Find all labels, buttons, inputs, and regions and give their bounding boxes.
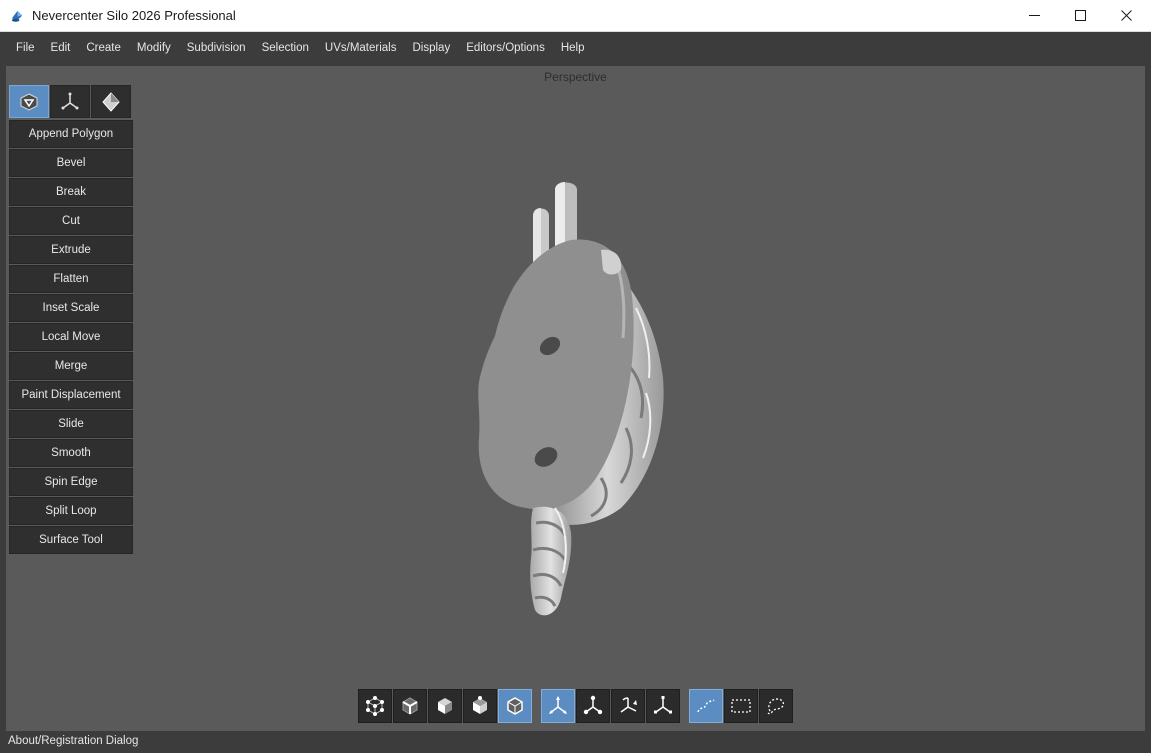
object-select-icon: [507, 697, 523, 715]
status-text[interactable]: About/Registration Dialog: [8, 735, 138, 747]
title-bar: Nevercenter Silo 2026 Professional: [0, 0, 1151, 32]
transform-tools-icon: [61, 92, 79, 109]
cut-button[interactable]: Cut: [9, 207, 133, 235]
selection-shape-group: [689, 689, 793, 723]
menu-bar: File Edit Create Modify Subdivision Sele…: [0, 32, 1151, 65]
sculpt-tools-tab[interactable]: [91, 85, 131, 118]
append-polygon-button[interactable]: Append Polygon: [9, 120, 133, 148]
status-bar: About/Registration Dialog: [0, 731, 1151, 753]
spin-edge-button[interactable]: Spin Edge: [9, 468, 133, 496]
menu-selection[interactable]: Selection: [254, 32, 317, 65]
extrude-button[interactable]: Extrude: [9, 236, 133, 264]
perspective-viewport[interactable]: Perspective: [6, 66, 1145, 731]
rotate-manipulator-button[interactable]: [611, 689, 645, 723]
minimize-icon: [1028, 15, 1040, 16]
local-move-button[interactable]: Local Move: [9, 323, 133, 351]
inset-scale-button[interactable]: Inset Scale: [9, 294, 133, 322]
multi-select-icon: [473, 696, 487, 714]
vertex-select-icon: [366, 696, 384, 716]
scale-manipulator-icon: [654, 696, 672, 714]
bevel-button[interactable]: Bevel: [9, 149, 133, 177]
menu-modify[interactable]: Modify: [129, 32, 179, 65]
window-title: Nevercenter Silo 2026 Professional: [32, 8, 236, 23]
lasso-select-icon: [767, 698, 784, 715]
object-select-button[interactable]: [498, 689, 532, 723]
menu-editors-options[interactable]: Editors/Options: [458, 32, 553, 65]
menu-uvs-materials[interactable]: UVs/Materials: [317, 32, 405, 65]
edge-select-icon: [402, 697, 418, 715]
rotate-manipulator-icon: [620, 697, 637, 713]
transform-tools-tab[interactable]: [50, 85, 90, 118]
vertex-select-button[interactable]: [358, 689, 392, 723]
menu-file[interactable]: File: [0, 32, 43, 65]
universal-manipulator-button[interactable]: [576, 689, 610, 723]
rectangle-select-button[interactable]: [724, 689, 758, 723]
break-button[interactable]: Break: [9, 178, 133, 206]
menu-edit[interactable]: Edit: [43, 32, 79, 65]
split-loop-button[interactable]: Split Loop: [9, 497, 133, 525]
minimize-button[interactable]: [1011, 0, 1057, 31]
merge-button[interactable]: Merge: [9, 352, 133, 380]
paint-select-icon: [697, 699, 715, 713]
rectangle-select-icon: [731, 699, 751, 713]
move-manipulator-button[interactable]: [541, 689, 575, 723]
move-manipulator-icon: [549, 696, 567, 714]
3d-model[interactable]: [461, 178, 671, 618]
surface-tool-button[interactable]: Surface Tool: [9, 526, 133, 554]
manipulator-group: [541, 689, 680, 723]
flatten-button[interactable]: Flatten: [9, 265, 133, 293]
polygon-tools-tab[interactable]: [9, 85, 49, 118]
smooth-button[interactable]: Smooth: [9, 439, 133, 467]
menu-subdivision[interactable]: Subdivision: [179, 32, 254, 65]
polygon-tools-icon: [20, 92, 38, 111]
menu-display[interactable]: Display: [404, 32, 458, 65]
multi-select-button[interactable]: [463, 689, 497, 723]
face-select-icon: [438, 698, 452, 714]
lasso-select-button[interactable]: [759, 689, 793, 723]
selection-mode-group: [358, 689, 532, 723]
viewport-label[interactable]: Perspective: [6, 70, 1145, 84]
scale-manipulator-button[interactable]: [646, 689, 680, 723]
menu-help[interactable]: Help: [553, 32, 593, 65]
close-icon: [1120, 10, 1132, 21]
menu-create[interactable]: Create: [78, 32, 129, 65]
maximize-button[interactable]: [1057, 0, 1103, 31]
paint-displacement-button[interactable]: Paint Displacement: [9, 381, 133, 409]
maximize-icon: [1074, 10, 1086, 21]
slide-button[interactable]: Slide: [9, 410, 133, 438]
app-icon: [11, 10, 23, 22]
face-select-button[interactable]: [428, 689, 462, 723]
paint-select-button[interactable]: [689, 689, 723, 723]
sculpt-tools-icon: [102, 91, 120, 112]
tool-mode-tabs: [9, 85, 133, 118]
tool-panel: Append Polygon Bevel Break Cut Extrude F…: [9, 85, 133, 554]
close-button[interactable]: [1103, 0, 1149, 31]
universal-manipulator-icon: [583, 695, 603, 715]
edge-select-button[interactable]: [393, 689, 427, 723]
